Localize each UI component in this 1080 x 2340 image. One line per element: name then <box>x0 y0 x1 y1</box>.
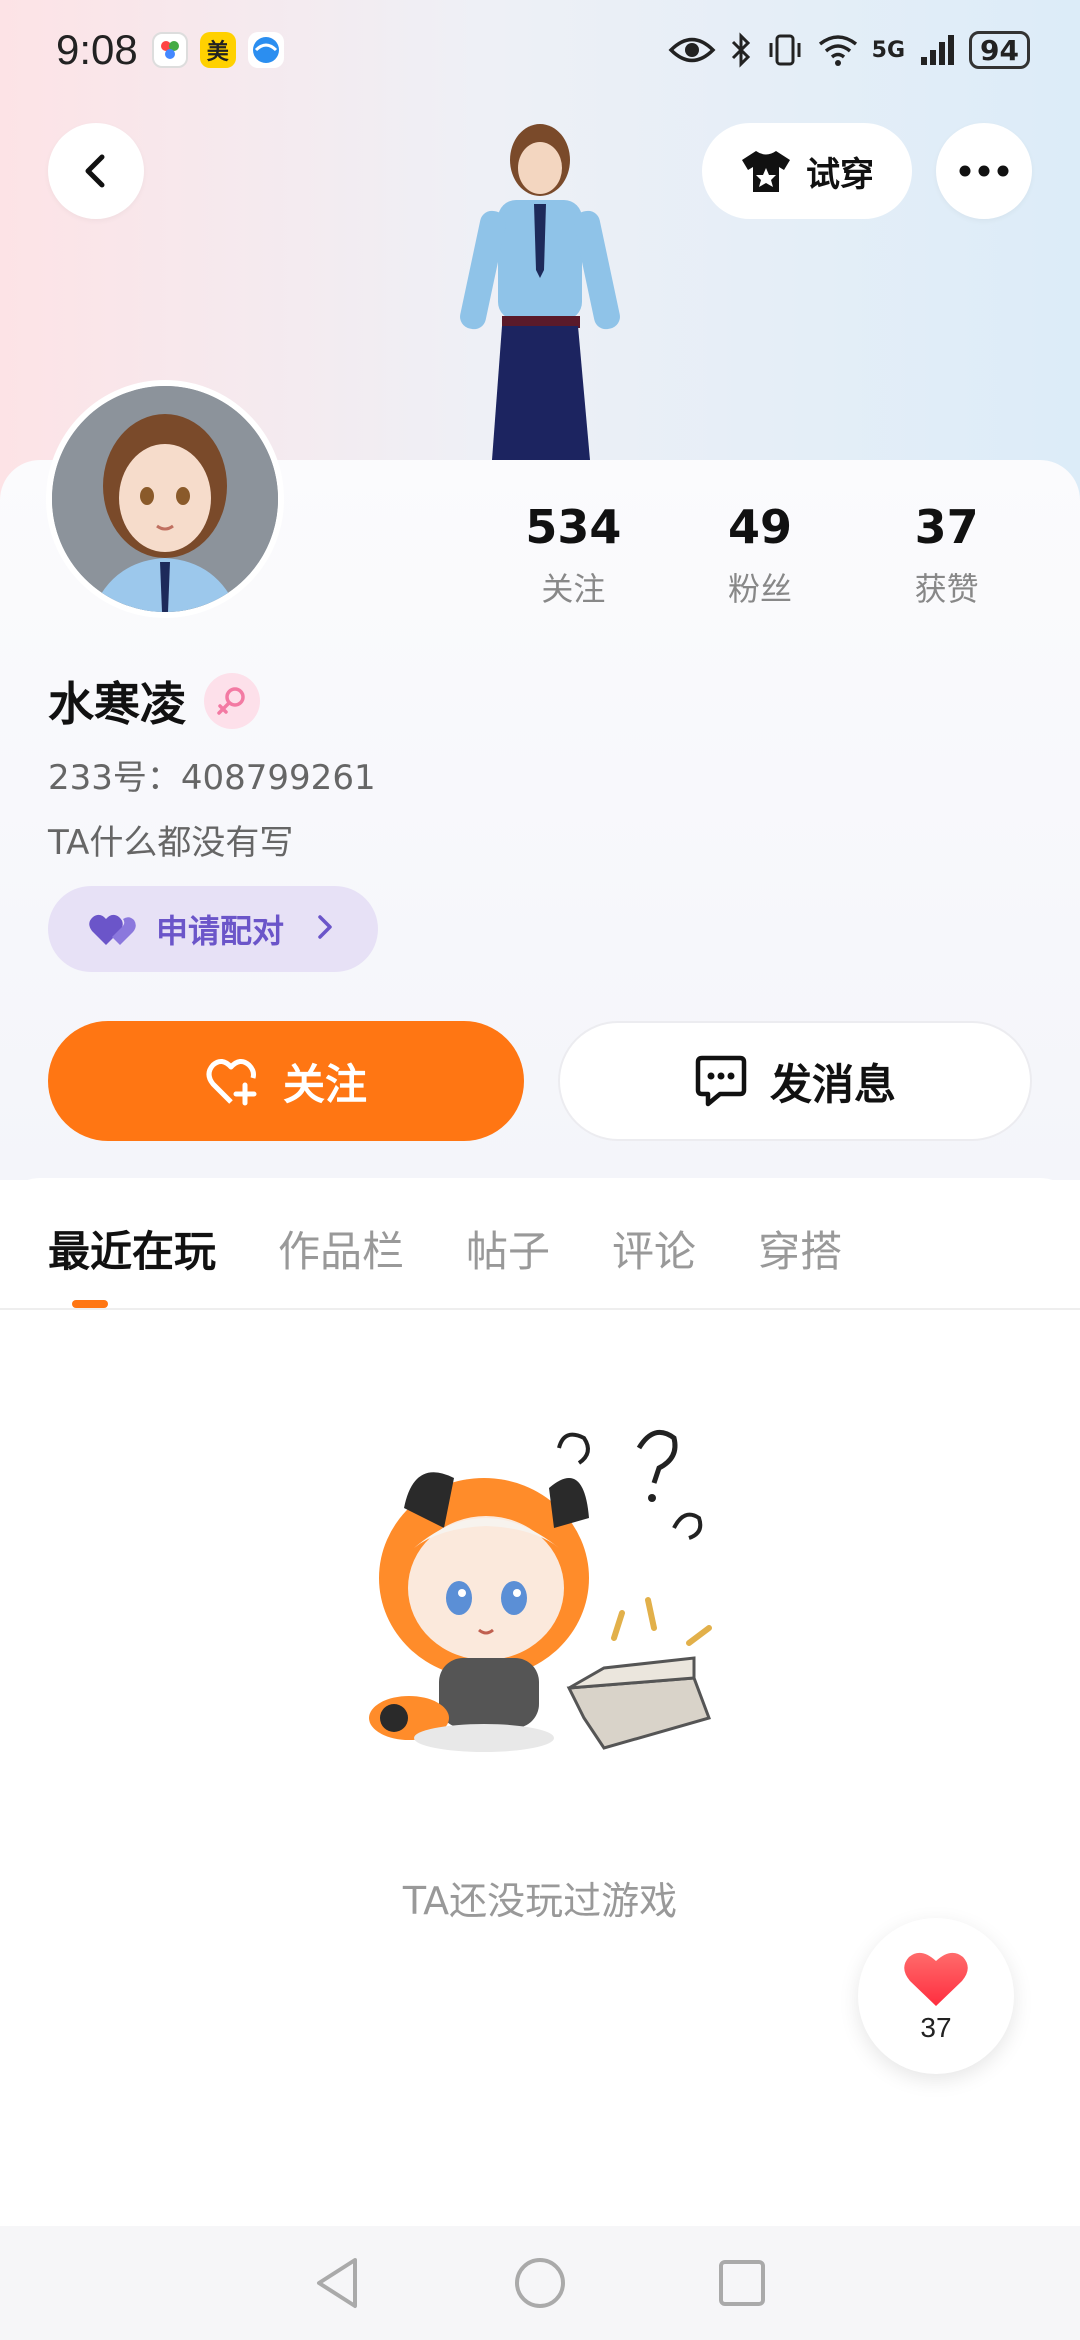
like-count: 37 <box>920 2012 952 2043</box>
chat-bubble-icon <box>695 1055 747 1107</box>
user-id: 233号：408799261 <box>48 758 376 798</box>
nav-home-icon[interactable] <box>513 2256 567 2310</box>
female-gender-icon <box>204 673 260 729</box>
like-button[interactable]: 37 <box>858 1918 1014 2074</box>
avatar[interactable] <box>46 380 284 618</box>
chevron-right-icon <box>316 910 334 948</box>
eye-icon <box>668 37 716 63</box>
avatar-3d-model[interactable] <box>420 120 660 460</box>
double-heart-icon <box>89 914 136 945</box>
more-button[interactable] <box>936 123 1032 219</box>
stat-following[interactable]: 534 关注 <box>480 500 667 610</box>
status-indicators: 5G 94 <box>668 31 1030 69</box>
back-button[interactable] <box>48 123 144 219</box>
tabs-divider <box>0 1308 1080 1310</box>
heart-icon <box>904 1952 968 2006</box>
user-bio: TA什么都没有写 <box>48 823 294 863</box>
bluetooth-icon <box>731 32 750 68</box>
tab-recently-played[interactable]: 最近在玩 <box>48 1218 216 1279</box>
profile-stats: 534 关注 49 粉丝 37 获赞 <box>480 500 1040 610</box>
meituan-app-icon: 美 <box>199 32 236 68</box>
active-tab-indicator <box>72 1300 108 1308</box>
username-row: 水寒凌 <box>48 668 260 734</box>
stat-likes-label: 获赞 <box>914 570 979 608</box>
request-pair-button[interactable]: 申请配对 <box>48 886 378 972</box>
empty-state-text: TA还没玩过游戏 <box>402 1879 678 1923</box>
nav-recents-icon[interactable] <box>717 2258 767 2308</box>
tab-posts[interactable]: 帖子 <box>466 1218 550 1279</box>
tab-outfits[interactable]: 穿搭 <box>758 1218 842 1279</box>
content-panel: 最近在玩 作品栏 帖子 评论 穿搭 TA还没玩过游戏 <box>0 1178 1080 2238</box>
battery-indicator: 94 <box>969 31 1030 69</box>
status-app-icons: 美 <box>151 32 284 68</box>
send-message-button[interactable]: 发消息 <box>558 1021 1032 1141</box>
stat-followers-label: 粉丝 <box>728 570 793 608</box>
tab-works[interactable]: 作品栏 <box>278 1218 404 1279</box>
network-type: 5G <box>871 37 906 63</box>
chevron-left-icon <box>85 154 105 188</box>
empty-state-illustration <box>354 1418 754 1818</box>
app-notification-icon <box>151 32 188 68</box>
stat-likes-count: 37 <box>914 500 979 554</box>
profile-tabs: 最近在玩 作品栏 帖子 评论 穿搭 <box>48 1218 842 1279</box>
nav-back-icon[interactable] <box>313 2256 363 2310</box>
stat-following-count: 534 <box>525 500 622 554</box>
vibrate-icon <box>769 34 801 66</box>
heart-plus-icon <box>206 1059 257 1106</box>
status-time: 9:08 <box>56 26 138 73</box>
more-dots-icon <box>959 165 1009 177</box>
stat-followers-count: 49 <box>728 500 793 554</box>
tab-comments[interactable]: 评论 <box>612 1218 696 1279</box>
follow-label: 关注 <box>282 1059 367 1109</box>
stat-following-label: 关注 <box>541 570 606 608</box>
tshirt-icon <box>742 151 790 192</box>
pair-label: 申请配对 <box>156 912 285 950</box>
follow-button[interactable]: 关注 <box>48 1021 524 1141</box>
stat-likes[interactable]: 37 获赞 <box>853 500 1040 610</box>
wifi-icon <box>818 35 857 66</box>
username: 水寒凌 <box>48 677 186 731</box>
browser-app-icon <box>247 32 284 68</box>
message-label: 发消息 <box>769 1059 896 1109</box>
try-on-label: 试穿 <box>806 154 874 195</box>
try-on-button[interactable]: 试穿 <box>702 123 912 219</box>
system-nav-bar <box>0 2226 1080 2340</box>
signal-icon <box>921 35 955 65</box>
stat-followers[interactable]: 49 粉丝 <box>667 500 854 610</box>
status-bar: 9:08 美 5G 94 <box>0 0 1080 100</box>
